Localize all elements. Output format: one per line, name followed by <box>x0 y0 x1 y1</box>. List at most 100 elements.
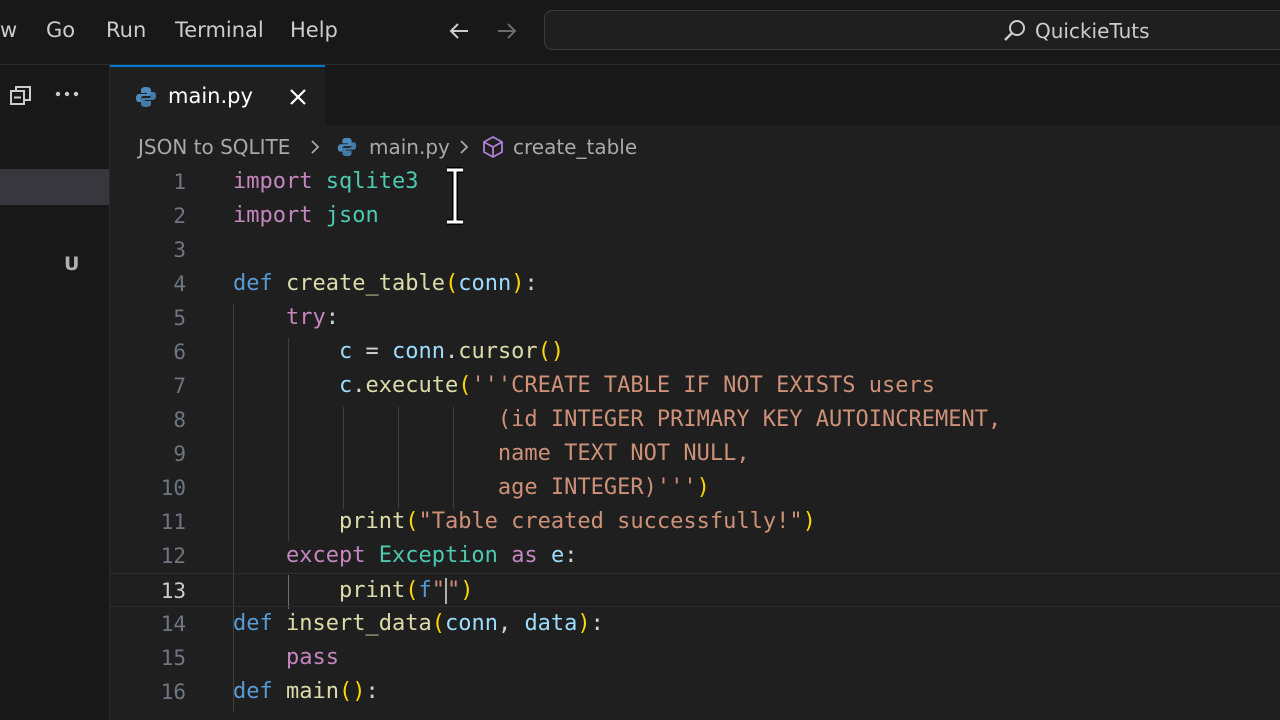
code-line[interactable]: 3 <box>110 233 1280 267</box>
code-line[interactable]: 11 print("Table created successfully!") <box>110 505 1280 539</box>
tab-main-py[interactable]: main.py <box>110 65 325 125</box>
close-icon[interactable] <box>286 85 310 109</box>
code-token: def <box>233 271 273 296</box>
code-text: pass <box>233 641 339 675</box>
code-token: def <box>233 679 273 704</box>
untracked-badge: U <box>64 253 80 275</box>
code-token: cursor <box>458 339 538 364</box>
code-token: execute <box>365 373 459 398</box>
code-line[interactable]: 6 c = conn.cursor() <box>110 335 1280 369</box>
code-text: (id INTEGER PRIMARY KEY AUTOINCREMENT, <box>233 403 1001 437</box>
collapse-folders-icon[interactable] <box>8 83 34 109</box>
code-token: f <box>418 578 432 603</box>
command-center-label: QuickieTuts <box>1035 19 1150 43</box>
code-line[interactable]: 9 name TEXT NOT NULL, <box>110 437 1280 471</box>
code-text: except Exception as e: <box>233 539 577 573</box>
code-token: c <box>338 373 353 398</box>
search-icon <box>1004 20 1025 41</box>
breadcrumb-symbol[interactable]: create_table <box>513 135 637 159</box>
code-line[interactable]: 8 (id INTEGER PRIMARY KEY AUTOINCREMENT, <box>110 403 1280 437</box>
code-line[interactable]: 13 print(f"") <box>110 573 1280 607</box>
code-token: age INTEGER)''' <box>233 475 697 500</box>
code-editor[interactable]: 1 import sqlite3 2 import json 3 4 def create_… <box>110 169 1280 720</box>
code-line[interactable]: 1 import sqlite3 <box>110 169 1280 199</box>
code-text: c.execute('''CREATE TABLE IF NOT EXISTS … <box>233 369 935 403</box>
code-token: print <box>338 578 406 603</box>
explorer-selected-item[interactable] <box>0 169 109 205</box>
breadcrumb-file[interactable]: main.py <box>369 135 450 159</box>
menu-terminal[interactable]: Terminal <box>175 18 264 42</box>
breadcrumb-folder[interactable]: JSON to SQLITE <box>138 135 290 159</box>
code-line[interactable]: 4 def create_table(conn): <box>110 267 1280 301</box>
forward-arrow-icon[interactable] <box>492 16 522 46</box>
code-token: . <box>352 373 366 398</box>
code-token: () <box>537 339 565 364</box>
tab-label: main.py <box>168 84 253 108</box>
code-token: pass <box>285 645 339 670</box>
code-line[interactable]: 12 except Exception as e: <box>110 539 1280 573</box>
code-line[interactable]: 16 def main(): <box>110 675 1280 709</box>
python-file-icon <box>337 137 357 157</box>
code-token: ) <box>460 578 474 603</box>
code-line[interactable]: 10 age INTEGER)''') <box>110 471 1280 505</box>
code-token: : <box>590 611 604 636</box>
code-token: " <box>431 578 445 603</box>
code-token: main <box>286 679 339 704</box>
line-number: 4 <box>173 272 186 296</box>
text-cursor-icon <box>447 167 463 225</box>
code-token: ) <box>802 509 816 534</box>
line-number: 15 <box>160 646 186 670</box>
code-token: e <box>550 543 565 568</box>
code-token: = <box>352 339 392 364</box>
back-arrow-icon[interactable] <box>444 16 474 46</box>
code-text: def create_table(conn): <box>233 267 538 301</box>
code-line[interactable]: 2 import json <box>110 199 1280 233</box>
code-token: create_table <box>286 271 445 296</box>
code-token: ( <box>458 373 472 398</box>
code-token: '''CREATE TABLE IF NOT EXISTS users <box>471 373 936 398</box>
code-token: "Table created successfully!" <box>418 509 803 534</box>
code-token: () <box>338 679 366 704</box>
line-number: 1 <box>173 170 186 194</box>
line-number: 12 <box>160 544 186 568</box>
code-text: c = conn.cursor() <box>233 335 564 369</box>
code-text: def insert_data(conn, data): <box>233 607 604 641</box>
code-token: : <box>524 271 538 296</box>
code-token: (id INTEGER PRIMARY KEY AUTOINCREMENT, <box>233 407 1002 432</box>
menu-help[interactable]: Help <box>290 18 338 42</box>
code-line[interactable]: 7 c.execute('''CREATE TABLE IF NOT EXIST… <box>110 369 1280 403</box>
code-token: . <box>444 339 459 364</box>
code-token: conn <box>391 339 445 364</box>
code-line[interactable]: 14 def insert_data(conn, data): <box>110 607 1280 641</box>
code-text: age INTEGER)''') <box>233 471 710 505</box>
code-token: " <box>446 578 461 603</box>
code-token: ) <box>577 611 591 636</box>
menu-go[interactable]: Go <box>46 18 75 42</box>
code-token: : <box>564 543 578 568</box>
title-bar: w Go Run Terminal Help QuickieTuts <box>0 0 1280 65</box>
more-actions-icon[interactable] <box>54 89 82 99</box>
line-number: 6 <box>173 340 186 364</box>
menu-run[interactable]: Run <box>106 18 146 42</box>
code-token: conn <box>458 271 512 296</box>
code-text: def main(): <box>233 675 379 709</box>
code-line[interactable]: 5 try: <box>110 301 1280 335</box>
line-number: 5 <box>173 306 186 330</box>
code-token: sqlite3 <box>325 169 419 194</box>
code-text: name TEXT NOT NULL, <box>233 437 750 471</box>
code-line[interactable]: 15 pass <box>110 641 1280 675</box>
code-token: : <box>325 305 339 330</box>
command-center-search[interactable]: QuickieTuts <box>544 10 1280 50</box>
line-number: 11 <box>160 510 186 534</box>
method-cube-icon <box>483 135 503 159</box>
menu-view[interactable]: w <box>0 18 17 42</box>
